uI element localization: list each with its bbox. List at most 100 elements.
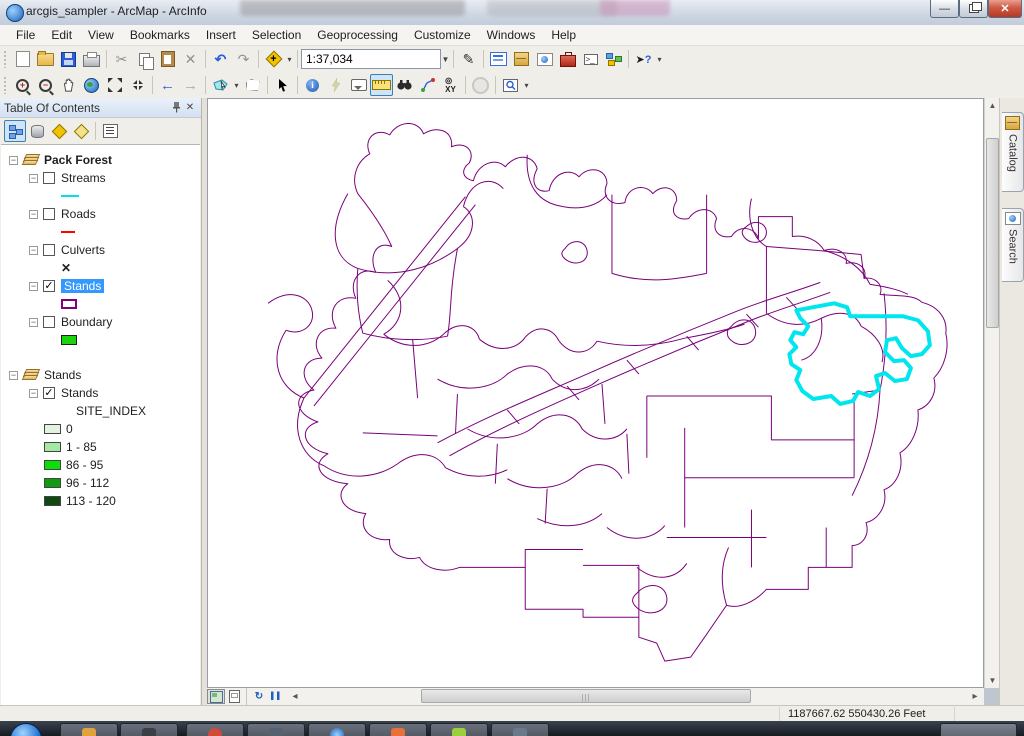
toolbar-overflow[interactable]: ▾ bbox=[522, 81, 531, 90]
layer-label-selected[interactable]: Stands bbox=[61, 279, 104, 293]
toolbar-overflow[interactable]: ▾ bbox=[655, 55, 664, 64]
catalog-tab[interactable]: Catalog bbox=[1002, 112, 1024, 192]
streams-checkbox[interactable] bbox=[43, 172, 55, 184]
scroll-left-button[interactable]: ◂ bbox=[286, 689, 304, 704]
toc-options-button[interactable] bbox=[99, 120, 121, 142]
identify-button[interactable]: i bbox=[301, 74, 324, 96]
add-data-button[interactable]: + bbox=[262, 48, 285, 70]
collapse-icon[interactable]: − bbox=[9, 156, 18, 165]
print-button[interactable] bbox=[80, 48, 103, 70]
title-bar[interactable]: arcgis_sampler - ArcMap - ArcInfo — ✕ bbox=[0, 0, 1024, 26]
scroll-down-icon[interactable]: ▼ bbox=[985, 673, 1000, 688]
taskbar-button[interactable] bbox=[369, 723, 427, 736]
map-horizontal-scrollbar[interactable]: ||| bbox=[306, 689, 964, 704]
search-window-button[interactable] bbox=[533, 48, 556, 70]
select-features-button[interactable] bbox=[209, 74, 232, 96]
copy-button[interactable] bbox=[133, 48, 156, 70]
cut-button[interactable]: ✂ bbox=[110, 48, 133, 70]
zoom-out-button[interactable]: − bbox=[34, 74, 57, 96]
group-label[interactable]: Pack Forest bbox=[44, 153, 112, 167]
menu-help[interactable]: Help bbox=[543, 26, 584, 44]
menu-bookmarks[interactable]: Bookmarks bbox=[122, 26, 198, 44]
measure-button[interactable] bbox=[370, 74, 393, 96]
layer-label[interactable]: Culverts bbox=[61, 243, 105, 257]
culverts-checkbox[interactable] bbox=[43, 244, 55, 256]
toolbar-grip[interactable] bbox=[3, 50, 8, 68]
select-features-dropdown[interactable]: ▾ bbox=[232, 81, 241, 90]
collapse-icon[interactable]: − bbox=[29, 318, 38, 327]
taskbar-button[interactable] bbox=[430, 723, 488, 736]
html-popup-button[interactable] bbox=[347, 74, 370, 96]
menu-file[interactable]: File bbox=[8, 26, 43, 44]
stands-checkbox[interactable]: ✓ bbox=[43, 280, 55, 292]
clear-selection-button[interactable] bbox=[241, 74, 264, 96]
list-by-selection-button[interactable] bbox=[70, 120, 92, 142]
time-slider-button[interactable] bbox=[469, 74, 492, 96]
toc-layer-roads[interactable]: − Roads bbox=[1, 205, 200, 223]
stands-map[interactable] bbox=[208, 99, 983, 687]
taskbar-button[interactable] bbox=[186, 723, 244, 736]
toc-layer-streams[interactable]: − Streams bbox=[1, 169, 200, 187]
menu-customize[interactable]: Customize bbox=[406, 26, 479, 44]
search-tab[interactable]: Search bbox=[1002, 208, 1024, 282]
toc-header[interactable]: Table Of Contents ✕ bbox=[0, 98, 201, 118]
roads-checkbox[interactable] bbox=[43, 208, 55, 220]
boundary-checkbox[interactable] bbox=[43, 316, 55, 328]
open-button[interactable] bbox=[34, 48, 57, 70]
python-window-button[interactable]: >_ bbox=[579, 48, 602, 70]
collapse-icon[interactable]: − bbox=[9, 371, 18, 380]
layer-label[interactable]: Roads bbox=[61, 207, 96, 221]
pin-icon[interactable] bbox=[169, 101, 183, 115]
new-document-button[interactable] bbox=[11, 48, 34, 70]
legend-class-row[interactable]: 0 bbox=[1, 420, 200, 438]
table-of-contents-window-button[interactable] bbox=[487, 48, 510, 70]
previous-extent-button[interactable]: ← bbox=[156, 74, 179, 96]
modelbuilder-button[interactable] bbox=[602, 48, 625, 70]
toc-group-stands[interactable]: − Stands bbox=[1, 366, 200, 384]
arctoolbox-button[interactable] bbox=[556, 48, 579, 70]
start-button[interactable] bbox=[10, 723, 42, 736]
collapse-icon[interactable]: − bbox=[29, 210, 38, 219]
menu-edit[interactable]: Edit bbox=[43, 26, 80, 44]
scroll-up-icon[interactable]: ▲ bbox=[985, 98, 1000, 113]
refresh-button[interactable]: ↻ bbox=[250, 689, 268, 704]
find-route-button[interactable] bbox=[416, 74, 439, 96]
collapse-icon[interactable]: − bbox=[29, 246, 38, 255]
taskbar-button[interactable] bbox=[120, 723, 178, 736]
vertical-scroll-thumb[interactable] bbox=[986, 138, 999, 328]
taskbar-button[interactable] bbox=[60, 723, 118, 736]
layer-label[interactable]: Boundary bbox=[61, 315, 112, 329]
zoom-in-button[interactable]: + bbox=[11, 74, 34, 96]
layer-label[interactable]: Streams bbox=[61, 171, 106, 185]
paste-button[interactable] bbox=[156, 48, 179, 70]
add-data-dropdown[interactable]: ▾ bbox=[285, 55, 294, 64]
group-label[interactable]: Stands bbox=[44, 368, 81, 382]
stands2-checkbox[interactable]: ✓ bbox=[43, 387, 55, 399]
fixed-zoom-out-button[interactable] bbox=[126, 74, 149, 96]
list-by-visibility-button[interactable] bbox=[48, 120, 70, 142]
collapse-icon[interactable]: − bbox=[29, 174, 38, 183]
select-elements-button[interactable] bbox=[271, 74, 294, 96]
menu-view[interactable]: View bbox=[80, 26, 122, 44]
taskbar-button[interactable] bbox=[308, 723, 366, 736]
map-canvas[interactable] bbox=[207, 98, 984, 688]
scale-dropdown[interactable]: ▼ bbox=[441, 55, 450, 64]
fixed-zoom-in-button[interactable] bbox=[103, 74, 126, 96]
culverts-symbol-row[interactable]: ✕ bbox=[1, 259, 200, 277]
list-by-source-button[interactable] bbox=[26, 120, 48, 142]
scroll-right-button[interactable]: ▸ bbox=[966, 689, 984, 704]
save-button[interactable] bbox=[57, 48, 80, 70]
selected-stand-highlight[interactable] bbox=[789, 303, 930, 404]
minimize-button[interactable]: — bbox=[930, 0, 959, 18]
boundary-symbol-row[interactable] bbox=[1, 331, 200, 349]
taskbar-button[interactable] bbox=[247, 723, 305, 736]
layer-label[interactable]: Stands bbox=[61, 386, 98, 400]
collapse-icon[interactable]: − bbox=[29, 282, 38, 291]
horizontal-scroll-thumb[interactable]: ||| bbox=[421, 689, 751, 703]
legend-class-row[interactable]: 1 - 85 bbox=[1, 438, 200, 456]
list-by-drawing-order-button[interactable] bbox=[4, 120, 26, 142]
pause-drawing-button[interactable]: ▌▌ bbox=[268, 689, 286, 704]
taskbar-tray[interactable] bbox=[940, 723, 1017, 736]
taskbar-button[interactable] bbox=[491, 723, 549, 736]
delete-button[interactable]: ✕ bbox=[179, 48, 202, 70]
